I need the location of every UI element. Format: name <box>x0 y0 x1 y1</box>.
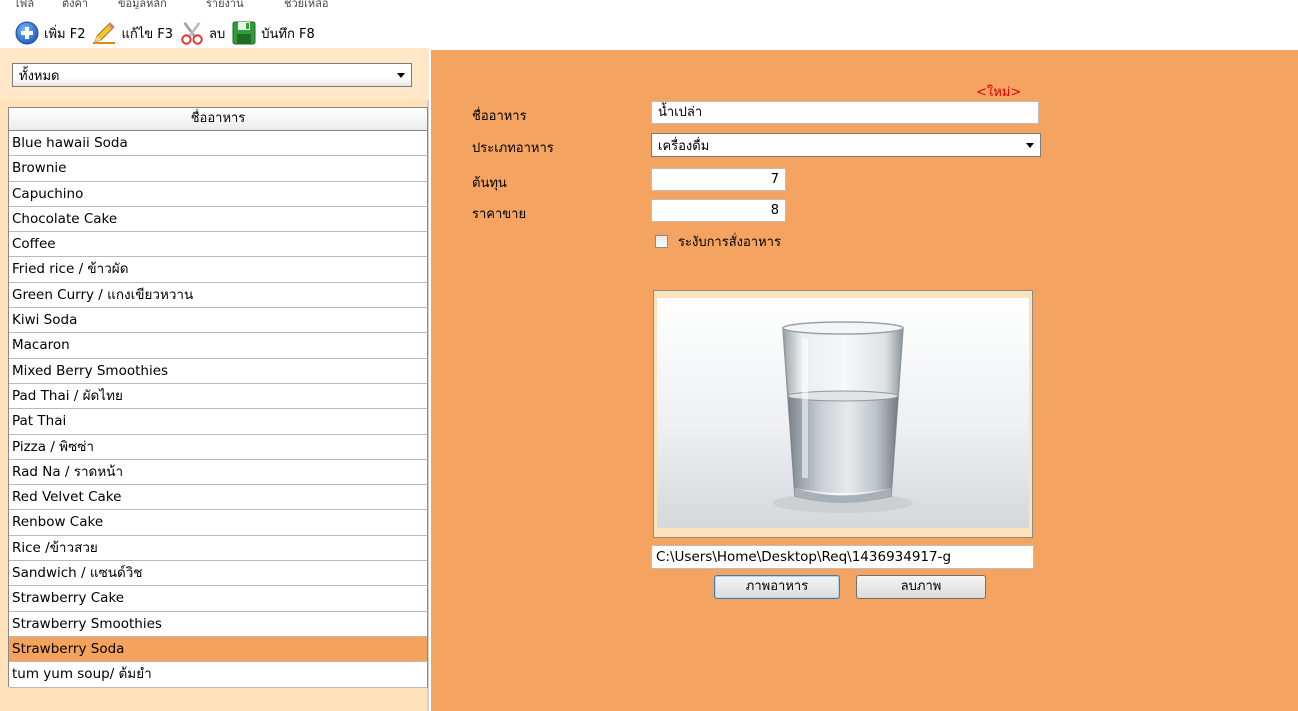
edit-button[interactable]: แก้ไข F3 <box>91 19 173 47</box>
delete-button-label: ลบ <box>209 26 226 42</box>
list-item[interactable]: Green Curry / แกงเขียวหวาน <box>9 282 428 309</box>
add-button[interactable]: เพิ่ม F2 <box>14 19 85 47</box>
price-input[interactable]: 8 <box>651 199 786 222</box>
list-item[interactable]: Pad Thai / ผัดไทย <box>9 383 428 410</box>
delete-button[interactable]: ลบ <box>179 19 225 47</box>
cost-label: ต้นทุน <box>472 176 507 191</box>
chevron-down-icon <box>397 73 405 78</box>
save-button-label: บันทึก F8 <box>261 26 315 42</box>
list-item[interactable]: Blue hawaii Soda <box>9 131 428 157</box>
menu-bar: ไฟล์ ตั้งค่า ข้อมูลหลัก รายงาน ช่วยเหลือ <box>0 0 1298 9</box>
list-item[interactable]: Capuchino <box>9 181 428 207</box>
list-item[interactable]: tum yum soup/ ต้มยำ <box>9 662 428 688</box>
list-item[interactable]: Strawberry Cake <box>9 586 428 612</box>
checkbox-box[interactable] <box>655 235 668 248</box>
list-item[interactable]: Macaron <box>9 333 428 359</box>
category-filter-value: ทั้งหมด <box>19 68 60 84</box>
list-item-selected[interactable]: Strawberry Soda <box>9 636 428 663</box>
category-filter-dropdown[interactable]: ทั้งหมด <box>12 63 412 87</box>
list-item[interactable]: Rice /ข้าวสวย <box>9 535 428 562</box>
menu-item[interactable]: ช่วยเหลือ <box>284 0 328 9</box>
menu-item[interactable]: ข้อมูลหลัก <box>118 0 167 9</box>
food-list-pane: ทั้งหมด ชื่ออาหาร Blue hawaii Soda Brown… <box>0 48 429 711</box>
list-header-food-name[interactable]: ชื่ออาหาร <box>9 107 428 131</box>
plus-circle-icon <box>14 21 40 45</box>
new-record-tag: <ใหม่> <box>976 85 1022 100</box>
floppy-disk-icon <box>231 21 257 45</box>
list-item[interactable]: Pat Thai <box>9 409 428 435</box>
toolbar: เพิ่ม F2 แก้ไข F3 ลบ บันทึก F8 <box>0 18 1298 48</box>
list-item[interactable]: Red Velvet Cake <box>9 485 428 511</box>
scissors-icon <box>179 21 205 45</box>
menu-item[interactable]: ไฟล์ <box>14 0 34 9</box>
save-button[interactable]: บันทึก F8 <box>231 19 315 47</box>
food-type-dropdown[interactable]: เครื่องดื่ม <box>651 133 1041 157</box>
add-button-label: เพิ่ม F2 <box>44 26 86 42</box>
food-type-value: เครื่องดื่ม <box>658 138 710 154</box>
list-item[interactable]: Brownie <box>9 156 428 182</box>
list-item[interactable]: Rad Na / ราดหน้า <box>9 459 428 486</box>
food-list[interactable]: ชื่ออาหาร Blue hawaii Soda Brownie Capuc… <box>8 107 428 688</box>
list-item[interactable]: Renbow Cake <box>9 510 428 536</box>
list-item[interactable]: Kiwi Soda <box>9 308 428 334</box>
list-item[interactable]: Fried rice / ข้าวผัด <box>9 257 428 283</box>
list-item[interactable]: Strawberry Smoothies <box>9 611 428 637</box>
list-item[interactable]: Mixed Berry Smoothies <box>9 358 428 384</box>
list-item[interactable]: Sandwich / แซนด์วิช <box>9 561 428 587</box>
chevron-down-icon <box>1026 143 1034 148</box>
food-list-rows: Blue hawaii Soda Brownie Capuchino Choco… <box>9 131 428 688</box>
suspend-order-label: ระงับการสั่งอาหาร <box>678 235 781 250</box>
choose-photo-button[interactable]: ภาพอาหาร <box>714 575 840 599</box>
list-item[interactable]: Pizza / พิซซ่า <box>9 434 428 460</box>
image-path-field[interactable]: C:\Users\Home\Desktop\Req\1436934917-g <box>651 545 1034 569</box>
list-item[interactable]: Chocolate Cake <box>9 206 428 233</box>
food-name-label: ชื่ออาหาร <box>472 109 527 124</box>
water-glass-photo <box>657 298 1029 528</box>
suspend-order-checkbox[interactable]: ระงับการสั่งอาหาร <box>655 231 781 252</box>
filter-area: ทั้งหมด <box>0 48 429 100</box>
menu-item[interactable]: รายงาน <box>206 0 244 9</box>
cost-input[interactable]: 7 <box>651 168 786 191</box>
price-label: ราคาขาย <box>472 207 527 222</box>
list-item[interactable]: Coffee <box>9 232 428 258</box>
food-type-label: ประเภทอาหาร <box>472 141 554 156</box>
pencil-icon <box>91 21 117 45</box>
food-photo-frame <box>653 290 1033 538</box>
food-detail-form: <ใหม่> ชื่ออาหาร น้ำเปล่า ประเภทอาหาร เค… <box>431 48 1298 711</box>
edit-button-label: แก้ไข F3 <box>121 26 174 42</box>
menu-item[interactable]: ตั้งค่า <box>62 0 88 9</box>
remove-photo-button[interactable]: ลบภาพ <box>856 575 986 599</box>
food-name-input[interactable]: น้ำเปล่า <box>651 101 1039 124</box>
